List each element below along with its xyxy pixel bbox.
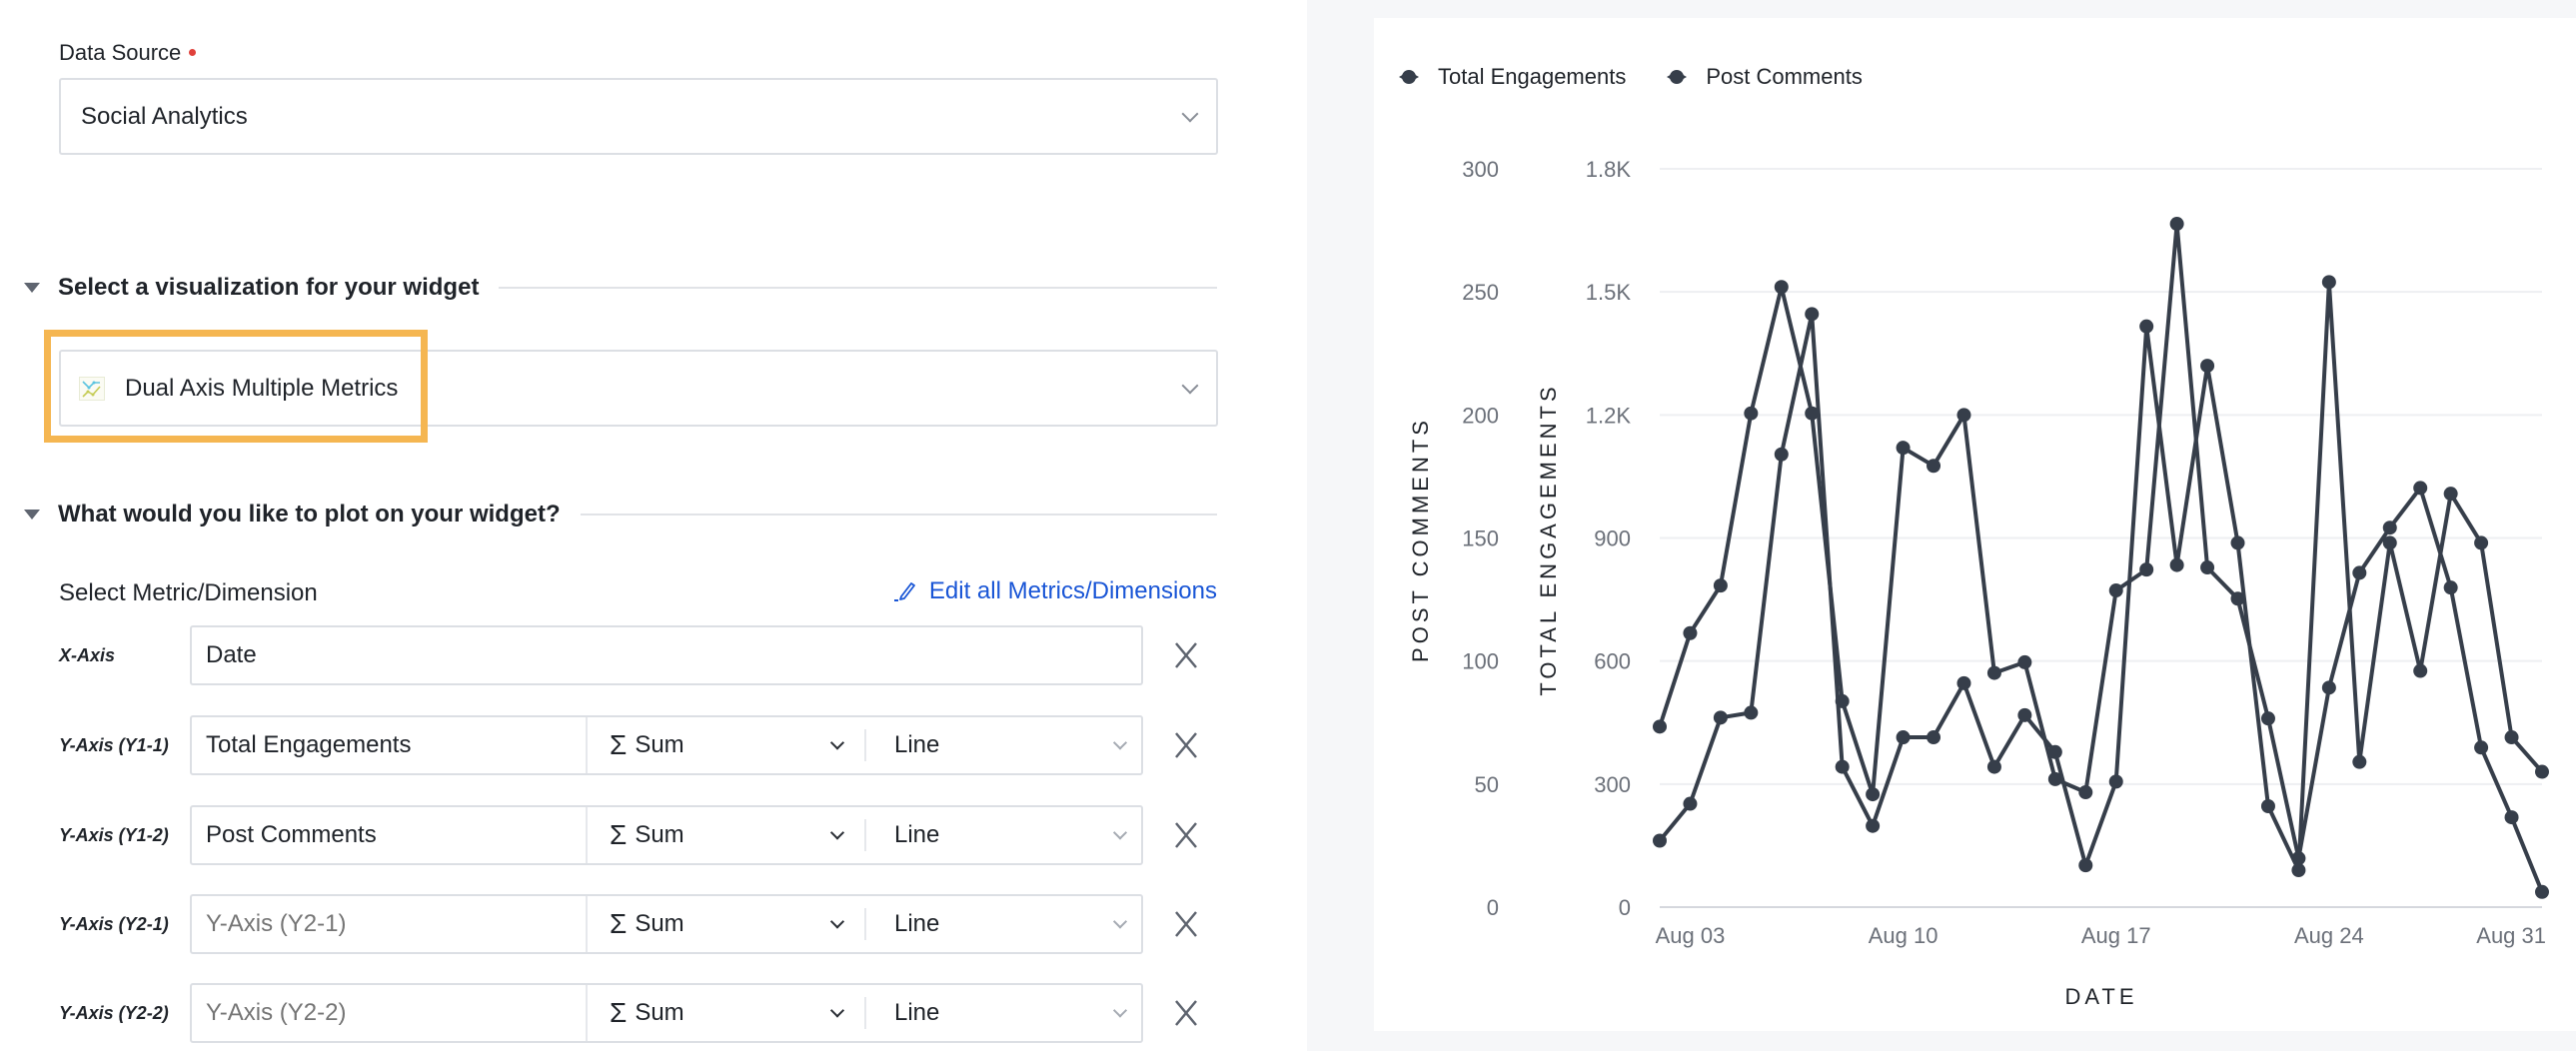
chevron-down-icon — [1112, 735, 1128, 750]
chevron-down-icon — [1112, 825, 1128, 840]
plot-section-header[interactable]: What would you like to plot on your widg… — [24, 501, 1217, 528]
data-source-select[interactable]: Social Analytics — [59, 78, 1218, 155]
legend-label: Total Engagements — [1438, 64, 1627, 89]
y2-1-aggregation-select[interactable]: Σ Sum — [588, 896, 866, 952]
remove-x-axis-icon[interactable] — [1168, 637, 1204, 673]
x-axis-input[interactable]: Date — [192, 627, 1141, 683]
edit-link-text: Edit all Metrics/Dimensions — [928, 577, 1217, 604]
data-source-label: Data Source — [59, 40, 197, 66]
chevron-down-icon — [829, 1003, 845, 1018]
data-source-value: Social Analytics — [81, 102, 248, 130]
sigma-icon: Σ — [610, 997, 628, 1028]
x-axis-row: X-Axis Date — [59, 625, 1228, 685]
aggregation-value: Sum — [635, 821, 684, 848]
y1-2-input-group: Post Comments Σ Sum Line — [190, 805, 1143, 865]
select-metric-label: Select Metric/Dimension — [59, 579, 318, 606]
y2-2-chart-type-select[interactable]: Line — [866, 985, 1141, 1041]
aggregation-value: Sum — [635, 999, 684, 1026]
chart-type-value: Line — [894, 821, 940, 848]
highlight-box — [44, 330, 428, 443]
y1-1-label: Y-Axis (Y1-1) — [59, 735, 169, 755]
collapse-triangle-icon[interactable] — [24, 510, 40, 520]
data-source-label-text: Data Source — [59, 40, 182, 65]
y1-2-label: Y-Axis (Y1-2) — [59, 825, 169, 845]
section-divider — [580, 514, 1217, 516]
aggregation-value: Sum — [635, 731, 684, 758]
viz-section-title: Select a visualization for your widget — [58, 274, 480, 301]
y1-2-metric-input[interactable]: Post Comments — [192, 807, 588, 863]
chevron-down-icon — [1112, 1003, 1128, 1018]
y1-1-aggregation-select[interactable]: Σ Sum — [588, 717, 866, 773]
y2-2-input-group: Σ Sum Line — [190, 983, 1143, 1043]
y2-1-label: Y-Axis (Y2-1) — [59, 914, 169, 934]
x-axis-label: X-Axis — [59, 645, 116, 665]
y1-1-metric-input[interactable]: Total Engagements — [192, 717, 588, 773]
y1-2-aggregation-select[interactable]: Σ Sum — [588, 807, 866, 863]
sigma-icon: Σ — [610, 908, 628, 939]
y-axis-row: Y-Axis (Y2-1) Σ Sum Line — [59, 894, 1228, 954]
legend-label: Post Comments — [1706, 64, 1863, 89]
y2-1-chart-type-select[interactable]: Line — [866, 896, 1141, 952]
widget-config-panel: Data Source Social Analytics Select a vi… — [0, 0, 1307, 1051]
chart-legend: Total Engagements Post Comments — [1394, 64, 1899, 90]
y2-2-metric-input[interactable] — [192, 985, 588, 1041]
chart-type-value: Line — [894, 731, 940, 758]
legend-marker-icon — [1667, 70, 1688, 84]
required-indicator — [189, 48, 197, 56]
remove-y2-2-icon[interactable] — [1168, 995, 1204, 1031]
chevron-down-icon — [829, 914, 845, 929]
aggregation-value: Sum — [635, 910, 684, 937]
legend-item-total-engagements[interactable]: Total Engagements — [1394, 64, 1626, 90]
sigma-icon: Σ — [610, 729, 628, 760]
edit-all-metrics-link[interactable]: Edit all Metrics/Dimensions — [893, 577, 1217, 605]
chevron-down-icon — [1112, 914, 1128, 929]
chart-type-value: Line — [894, 910, 940, 937]
y2-2-label: Y-Axis (Y2-2) — [59, 1003, 169, 1023]
y2-1-input-group: Σ Sum Line — [190, 894, 1143, 954]
collapse-triangle-icon[interactable] — [24, 283, 40, 293]
y-axis-row: Y-Axis (Y2-2) Σ Sum Line — [59, 983, 1228, 1043]
y2-1-metric-input[interactable] — [192, 896, 588, 952]
y-axis-row: Y-Axis (Y1-2) Post Comments Σ Sum Line — [59, 805, 1228, 865]
chart-preview-card — [1374, 18, 2576, 1031]
pencil-icon — [893, 582, 915, 601]
y1-1-input-group: Total Engagements Σ Sum Line — [190, 715, 1143, 775]
legend-item-post-comments[interactable]: Post Comments — [1662, 64, 1863, 90]
remove-y1-1-icon[interactable] — [1168, 727, 1204, 763]
plot-section-title: What would you like to plot on your widg… — [58, 501, 561, 527]
chart-type-value: Line — [894, 999, 940, 1026]
chevron-down-icon — [1181, 105, 1199, 122]
sigma-icon: Σ — [610, 819, 628, 850]
remove-y2-1-icon[interactable] — [1168, 906, 1204, 942]
chevron-down-icon — [829, 735, 845, 750]
remove-y1-2-icon[interactable] — [1168, 817, 1204, 853]
chevron-down-icon — [1181, 377, 1199, 394]
chevron-down-icon — [829, 825, 845, 840]
y2-2-aggregation-select[interactable]: Σ Sum — [588, 985, 866, 1041]
y-axis-row: Y-Axis (Y1-1) Total Engagements Σ Sum Li… — [59, 715, 1228, 775]
section-divider — [499, 287, 1217, 289]
y1-2-chart-type-select[interactable]: Line — [866, 807, 1141, 863]
legend-marker-icon — [1399, 70, 1419, 84]
viz-section-header[interactable]: Select a visualization for your widget — [24, 274, 1217, 302]
x-axis-input-group: Date — [190, 625, 1143, 685]
y1-1-chart-type-select[interactable]: Line — [866, 717, 1141, 773]
